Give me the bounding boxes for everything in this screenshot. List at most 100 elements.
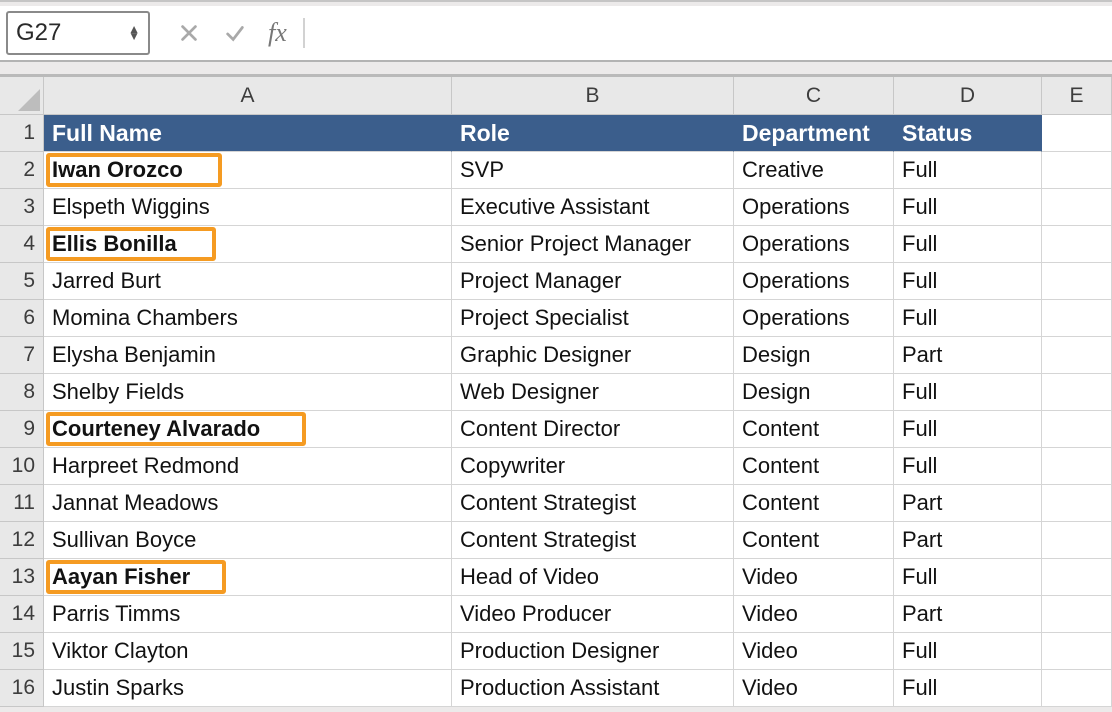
name-box-input[interactable] <box>16 19 108 47</box>
cell-empty[interactable] <box>1042 115 1112 152</box>
cell-empty[interactable] <box>1042 633 1112 670</box>
row-header[interactable]: 15 <box>0 633 44 670</box>
cell-status[interactable]: Full <box>894 633 1042 670</box>
cell-department[interactable]: Content <box>734 411 894 448</box>
cell-fullname[interactable]: Ellis Bonilla <box>44 226 452 263</box>
cell-role[interactable]: SVP <box>452 152 734 189</box>
row-header[interactable]: 10 <box>0 448 44 485</box>
cell-empty[interactable] <box>1042 189 1112 226</box>
cell-department[interactable]: Video <box>734 670 894 707</box>
cell-empty[interactable] <box>1042 670 1112 707</box>
cell-role[interactable]: Project Specialist <box>452 300 734 337</box>
cell-department[interactable]: Operations <box>734 300 894 337</box>
cell-department[interactable]: Design <box>734 374 894 411</box>
cell-status[interactable]: Part <box>894 337 1042 374</box>
cell-fullname[interactable]: Elspeth Wiggins <box>44 189 452 226</box>
cell-empty[interactable] <box>1042 559 1112 596</box>
cell-empty[interactable] <box>1042 522 1112 559</box>
cell-status[interactable]: Full <box>894 670 1042 707</box>
cell-status[interactable]: Full <box>894 152 1042 189</box>
cell-status[interactable]: Full <box>894 559 1042 596</box>
row-header[interactable]: 1 <box>0 115 44 152</box>
cell-status[interactable]: Full <box>894 300 1042 337</box>
cell-status[interactable]: Full <box>894 374 1042 411</box>
spinner-down-icon[interactable]: ▼ <box>128 33 140 40</box>
cell-department[interactable]: Creative <box>734 152 894 189</box>
cell-role[interactable]: Video Producer <box>452 596 734 633</box>
cancel-icon[interactable] <box>176 20 202 46</box>
cell-empty[interactable] <box>1042 596 1112 633</box>
cell-department[interactable]: Operations <box>734 189 894 226</box>
row-header[interactable]: 13 <box>0 559 44 596</box>
cell-fullname[interactable]: Jarred Burt <box>44 263 452 300</box>
cell-role[interactable]: Web Designer <box>452 374 734 411</box>
cell-role[interactable]: Production Assistant <box>452 670 734 707</box>
row-header[interactable]: 4 <box>0 226 44 263</box>
cell-role[interactable]: Executive Assistant <box>452 189 734 226</box>
cell-empty[interactable] <box>1042 411 1112 448</box>
row-header[interactable]: 5 <box>0 263 44 300</box>
cell-department[interactable]: Video <box>734 633 894 670</box>
cell-status[interactable]: Part <box>894 485 1042 522</box>
select-all-corner[interactable] <box>0 77 44 115</box>
cell-department[interactable]: Video <box>734 596 894 633</box>
cell-department[interactable]: Content <box>734 522 894 559</box>
row-header[interactable]: 3 <box>0 189 44 226</box>
table-header-fullname[interactable]: Full Name <box>44 115 452 152</box>
table-header-status[interactable]: Status <box>894 115 1042 152</box>
cell-status[interactable]: Full <box>894 189 1042 226</box>
cell-fullname[interactable]: Parris Timms <box>44 596 452 633</box>
cell-fullname[interactable]: Courteney Alvarado <box>44 411 452 448</box>
row-header[interactable]: 14 <box>0 596 44 633</box>
cell-role[interactable]: Content Strategist <box>452 522 734 559</box>
cell-role[interactable]: Project Manager <box>452 263 734 300</box>
name-box-spinner[interactable]: ▲ ▼ <box>128 26 140 40</box>
cell-fullname[interactable]: Shelby Fields <box>44 374 452 411</box>
column-header-C[interactable]: C <box>734 77 894 115</box>
cell-fullname[interactable]: Viktor Clayton <box>44 633 452 670</box>
cell-role[interactable]: Production Designer <box>452 633 734 670</box>
cell-status[interactable]: Full <box>894 263 1042 300</box>
cell-empty[interactable] <box>1042 152 1112 189</box>
cell-role[interactable]: Graphic Designer <box>452 337 734 374</box>
cell-department[interactable]: Content <box>734 448 894 485</box>
spreadsheet-grid[interactable]: ABCDE1Full NameRoleDepartmentStatus2Iwan… <box>0 77 1112 707</box>
cell-department[interactable]: Operations <box>734 226 894 263</box>
cell-empty[interactable] <box>1042 337 1112 374</box>
cell-department[interactable]: Video <box>734 559 894 596</box>
cell-empty[interactable] <box>1042 374 1112 411</box>
confirm-icon[interactable] <box>222 20 248 46</box>
row-header[interactable]: 11 <box>0 485 44 522</box>
fx-label[interactable]: fx <box>268 18 287 48</box>
cell-fullname[interactable]: Iwan Orozco <box>44 152 452 189</box>
cell-department[interactable]: Operations <box>734 263 894 300</box>
cell-role[interactable]: Content Director <box>452 411 734 448</box>
column-header-E[interactable]: E <box>1042 77 1112 115</box>
row-header[interactable]: 7 <box>0 337 44 374</box>
cell-empty[interactable] <box>1042 485 1112 522</box>
row-header[interactable]: 16 <box>0 670 44 707</box>
column-header-B[interactable]: B <box>452 77 734 115</box>
row-header[interactable]: 8 <box>0 374 44 411</box>
cell-fullname[interactable]: Elysha Benjamin <box>44 337 452 374</box>
cell-empty[interactable] <box>1042 226 1112 263</box>
cell-fullname[interactable]: Aayan Fisher <box>44 559 452 596</box>
cell-empty[interactable] <box>1042 448 1112 485</box>
cell-role[interactable]: Copywriter <box>452 448 734 485</box>
cell-status[interactable]: Part <box>894 596 1042 633</box>
column-header-D[interactable]: D <box>894 77 1042 115</box>
cell-fullname[interactable]: Momina Chambers <box>44 300 452 337</box>
cell-role[interactable]: Content Strategist <box>452 485 734 522</box>
cell-status[interactable]: Part <box>894 522 1042 559</box>
cell-status[interactable]: Full <box>894 226 1042 263</box>
table-header-department[interactable]: Department <box>734 115 894 152</box>
cell-department[interactable]: Content <box>734 485 894 522</box>
row-header[interactable]: 12 <box>0 522 44 559</box>
cell-role[interactable]: Senior Project Manager <box>452 226 734 263</box>
row-header[interactable]: 6 <box>0 300 44 337</box>
cell-empty[interactable] <box>1042 263 1112 300</box>
cell-fullname[interactable]: Harpreet Redmond <box>44 448 452 485</box>
name-box-container[interactable]: ▲ ▼ <box>6 11 150 55</box>
cell-status[interactable]: Full <box>894 411 1042 448</box>
row-header[interactable]: 2 <box>0 152 44 189</box>
